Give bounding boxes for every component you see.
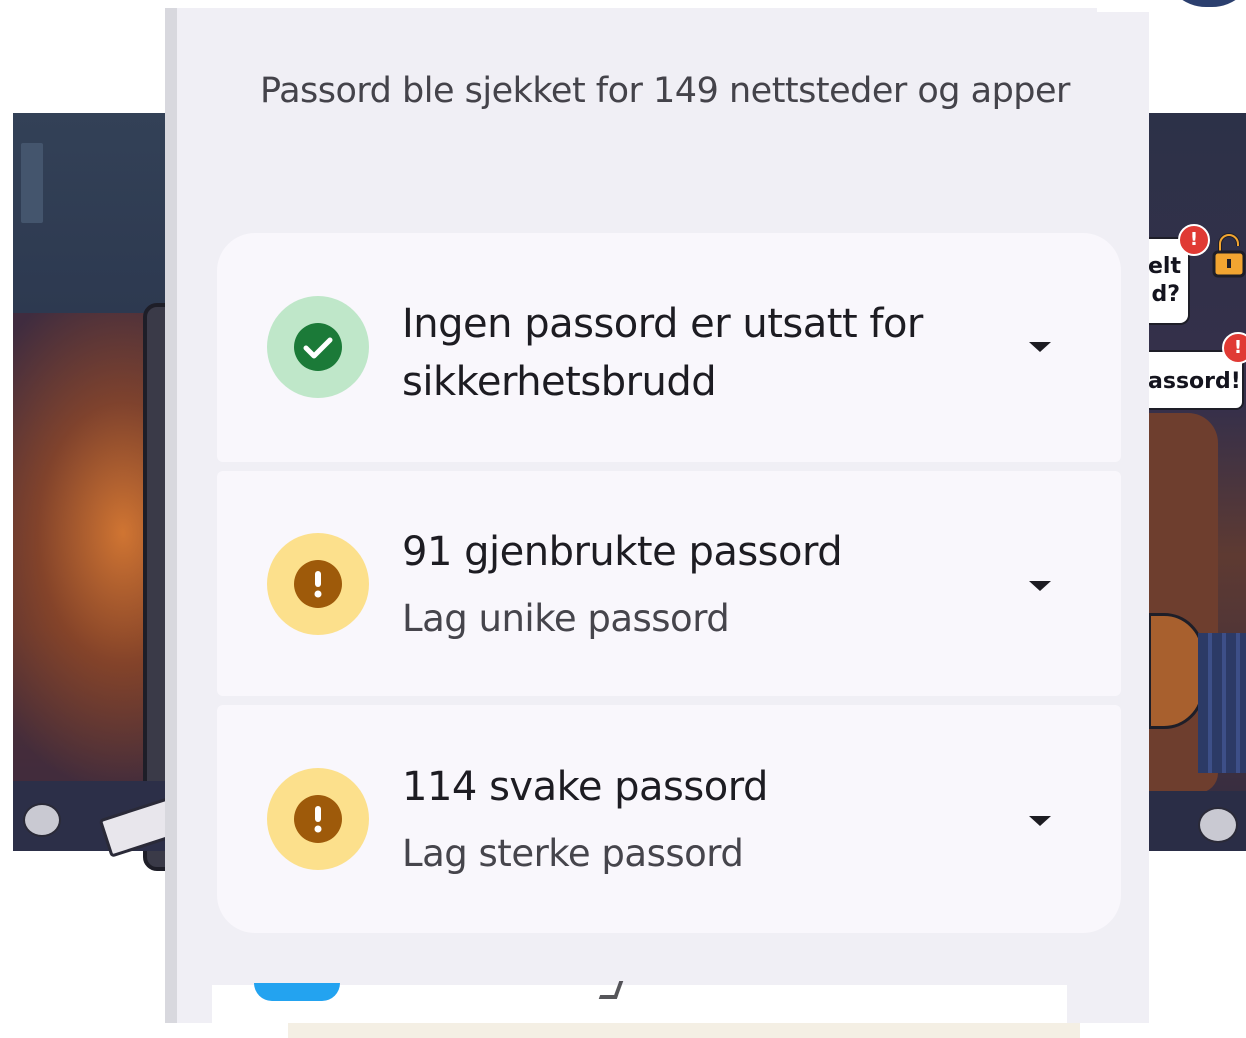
check-subtitle: Lag sterke passord bbox=[402, 832, 744, 875]
screenshot-collage: elt d? ! assord! ! Passord ble sjekket f… bbox=[0, 0, 1246, 1038]
check-circle-icon bbox=[267, 296, 369, 398]
check-row-reused[interactable]: 91 gjenbrukte passord Lag unike passord bbox=[217, 471, 1121, 696]
alert-icon: ! bbox=[1222, 332, 1246, 364]
alert-icon: ! bbox=[1178, 224, 1210, 256]
partial-list-item[interactable] bbox=[212, 981, 1067, 1023]
check-row-breaches[interactable]: Ingen passord er utsatt for sikkerhetsbr… bbox=[217, 233, 1121, 462]
check-title: 91 gjenbrukte passord bbox=[402, 529, 843, 575]
chevron-down-icon[interactable] bbox=[1025, 332, 1055, 362]
chevron-down-icon[interactable] bbox=[1025, 806, 1055, 836]
check-title: 114 svake passord bbox=[402, 764, 768, 810]
checkup-summary: Passord ble sjekket for 149 nettsteder o… bbox=[260, 71, 1070, 111]
exclamation-circle-icon bbox=[267, 533, 369, 635]
book bbox=[21, 143, 43, 223]
padlock-icon bbox=[1212, 233, 1246, 278]
corner-badge bbox=[1160, 0, 1246, 10]
crumpled-paper-icon bbox=[23, 803, 61, 837]
background-illustration-left bbox=[13, 113, 191, 871]
check-subtitle: Lag unike passord bbox=[402, 597, 730, 640]
screen-edge bbox=[165, 8, 177, 1023]
app-icon bbox=[254, 983, 340, 1001]
chevron-down-icon[interactable] bbox=[1025, 571, 1055, 601]
books-illustration bbox=[1198, 633, 1246, 773]
password-checkup-screen: Passord ble sjekket for 149 nettsteder o… bbox=[165, 8, 1149, 1023]
exclamation-circle-icon bbox=[267, 768, 369, 870]
check-title: Ingen passord er utsatt for sikkerhetsbr… bbox=[402, 301, 923, 405]
truncated-text bbox=[598, 981, 624, 999]
check-row-weak[interactable]: 114 svake passord Lag sterke passord bbox=[217, 705, 1121, 933]
crumpled-paper-icon bbox=[1198, 807, 1238, 843]
cushion-illustration bbox=[1148, 613, 1204, 729]
screen-edge bbox=[1097, 8, 1149, 12]
